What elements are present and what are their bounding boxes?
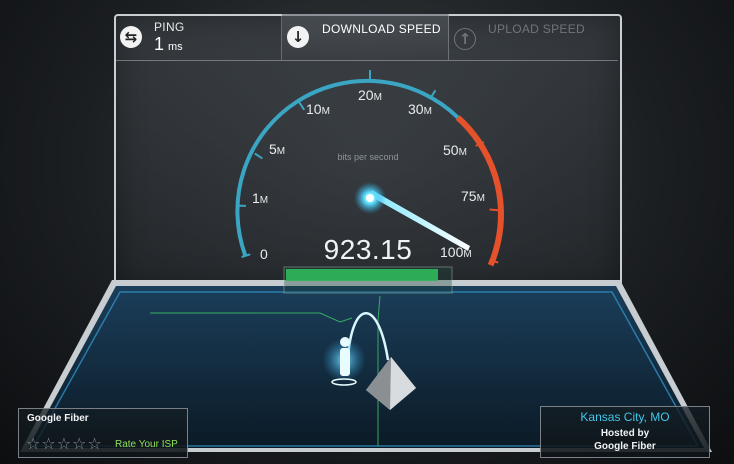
tick-unit: M [259,195,269,206]
star-icon[interactable]: ☆ [26,436,40,452]
tick-num: 5 [269,141,277,157]
isp-rating-panel: Google Fiber ☆ ☆ ☆ ☆ ☆ Rate Your ISP [18,408,188,458]
tick-label-20m: 20M [358,87,382,103]
speed-progress-bar [283,266,453,294]
tick-label-75m: 75M [461,188,485,204]
hosted-by-label: Hosted by [600,428,650,439]
tick-unit: M [423,106,432,117]
tick-num: 100 [440,244,464,260]
tick-label-5m: 5M [269,141,285,157]
rate-isp-link[interactable]: Rate Your ISP [115,439,178,450]
hosted-by: Hosted by Google Fiber [541,427,709,453]
tick-unit: M [463,249,472,260]
tick-unit: M [373,92,382,103]
tick-num: 20 [358,87,374,103]
tick-num: 50 [443,142,459,158]
tick-num: 1 [252,190,260,206]
tick-num: 30 [408,101,424,117]
speed-readout: 923.15 [323,234,413,265]
tick-unit: M [458,147,467,158]
tick-label-50m: 50M [443,142,467,158]
tick-label-100m: 100M [440,244,472,260]
tick-unit: M [321,106,330,117]
server-city: Kansas City, MO [580,410,670,424]
tick-label-1m: 1M [252,190,268,206]
unit-caption: bits per second [337,152,399,162]
star-icon[interactable]: ☆ [72,436,86,452]
isp-name: Google Fiber [27,413,89,424]
tick-unit: M [276,146,286,157]
star-icon[interactable]: ☆ [41,436,55,452]
star-icon[interactable]: ☆ [57,436,71,452]
gauge-svg [20,70,712,452]
tick-unit: M [476,193,485,204]
server-info-panel[interactable]: Kansas City, MO Hosted by Google Fiber [540,406,710,458]
tick-label-0: 0 [260,246,268,262]
tick-num: 0 [260,246,268,262]
tick-num: 75 [461,188,477,204]
star-icon[interactable]: ☆ [87,436,101,452]
tick-label-10m: 10M [306,101,330,117]
host-name: Google Fiber [594,441,656,452]
tick-num: 10 [306,101,322,117]
tick-label-30m: 30M [408,101,432,117]
star-rating[interactable]: ☆ ☆ ☆ ☆ ☆ [26,436,102,452]
